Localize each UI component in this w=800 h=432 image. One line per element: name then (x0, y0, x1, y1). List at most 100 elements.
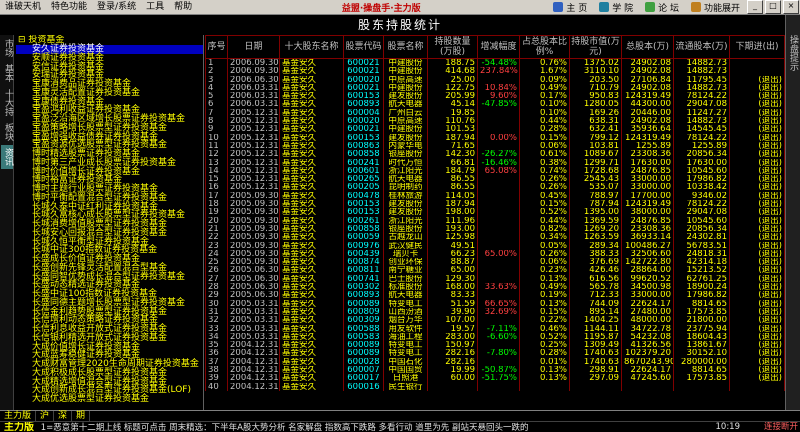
table-row[interactable]: 32 2005.03.31 基金安久 600309 烟台万华 107.00 0.22% 140… (205, 316, 785, 325)
left-tab-1[interactable]: 基本 (1, 61, 13, 85)
maximize-button[interactable]: □ (765, 0, 781, 14)
table-row[interactable]: 20 2005.09.30 基金安久 600261 浙江阳光 111.96 0.44% 136… (205, 216, 785, 225)
bottom-tab-3[interactable]: 期 (72, 411, 91, 421)
table-cell: 10545.60 (673, 216, 730, 225)
table-row[interactable]: 27 2005.06.30 基金安久 600741 巴士股份 129.30 0.13% 616… (205, 274, 785, 284)
table-cell: 600153 (343, 208, 384, 217)
table-cell: 银座股份 (383, 224, 428, 234)
column-header[interactable]: 增减幅度 (477, 35, 520, 59)
table-header-row: 序号 日期 十大股东名称 股票代码 股票名称 持股数量(万股) 增减幅度 占总股本比例% 持股市… (205, 35, 785, 59)
connection-status[interactable]: 连接断开 (764, 422, 798, 432)
table-row[interactable]: 15 2005.12.31 基金安久 600265 航天电器 86.55 0.26% 2545… (205, 175, 785, 184)
table-row[interactable]: 38 2004.12.31 基金安久 600007 中国国贸 19.99 -50.87% 0.… (205, 365, 785, 375)
column-header[interactable]: 占总股本比例% (519, 35, 570, 59)
table-cell: 0.38% (519, 158, 570, 167)
home-button[interactable]: 主 页 (547, 1, 593, 14)
table-cell (673, 382, 730, 391)
column-header[interactable]: 日期 (227, 35, 280, 59)
column-header[interactable]: 持股市值(万元) (569, 35, 622, 59)
table-row[interactable]: 21 2005.09.30 基金安久 600858 银座股份 193.00 0.82% 126… (205, 224, 785, 234)
table-row[interactable]: 5 2006.03.31 基金安久 600153 建发股份 205.99 9.60% 0.17… (205, 92, 785, 101)
table-row[interactable]: 2 2006.09.30 基金安久 600021 中建股份 414.68 237.84% 1.… (205, 67, 785, 76)
table-cell: 2005.12.31 (227, 150, 280, 159)
table-cell: 23 (205, 241, 228, 250)
left-tab-3[interactable]: 板块 (1, 120, 13, 144)
table-cell: 1404.25 (569, 316, 622, 325)
table-row[interactable]: 31 2005.03.31 基金安久 600809 山西汾酒 39.90 32.69% 0.1… (205, 307, 785, 317)
table-row[interactable]: 19 2005.09.30 基金安久 600153 建发股份 198.00 0.52% 139… (205, 208, 785, 217)
table-cell: 24902.08 (621, 58, 674, 68)
table-row[interactable]: 11 2005.12.31 基金安久 600863 内蒙华电 71.65 0.06% 103.… (205, 141, 785, 151)
close-button[interactable]: × (783, 0, 799, 14)
table-row[interactable]: 35 2004.12.31 基金安久 600089 特变电工 150.97 0.25% 130… (205, 341, 785, 350)
column-header[interactable]: 总股本(万) (621, 35, 674, 59)
table-row[interactable]: 13 2005.12.31 基金安久 600241 时代万恒 66.81 -16.46% 0.… (205, 158, 785, 167)
table-cell: 17 (205, 191, 228, 201)
column-header[interactable]: 序号 (205, 35, 228, 59)
table-row[interactable]: 10 2005.12.31 基金安久 600153 建发股份 187.94 0.00% 0.1… (205, 133, 785, 142)
table-cell: 2005.12.31 (227, 108, 280, 118)
table-row[interactable]: 8 2005.12.31 基金安久 600020 中原高速 110.76 0.44% 638.… (205, 117, 785, 126)
table-cell: 5 (205, 92, 228, 101)
menu-item-1[interactable]: 特色功能 (46, 0, 92, 15)
table-cell: 基金安久 (279, 183, 344, 192)
table-cell: 24876.85 (621, 166, 674, 176)
column-header[interactable]: 股票名称 (383, 35, 428, 59)
column-header[interactable]: 流通股本(万) (673, 35, 730, 59)
table-row[interactable]: 29 2005.06.30 基金安久 600893 航天电器 83.33 0.19% 712.… (205, 291, 785, 300)
menu-item-0[interactable]: 谁破天机 (0, 0, 46, 15)
table-row[interactable]: 23 2005.09.30 基金安久 600976 武汉健民 49.51 0.05% 289.… (205, 241, 785, 250)
menu-item-3[interactable]: 工具 (141, 0, 169, 15)
table-row[interactable]: 7 2005.12.31 基金安久 600004 广州白云 19.85 0.10% 169.2… (205, 108, 785, 118)
table-cell: 49.51 (427, 241, 478, 250)
left-tab-2[interactable]: 十大持 (1, 86, 13, 119)
column-header[interactable]: 持股数量(万股) (427, 35, 478, 59)
table-row[interactable]: 16 2005.12.31 基金安久 600205 昆明制药 86.55 0.26% 535.… (205, 183, 785, 192)
table-row[interactable]: 37 2004.12.31 基金安久 600028 中国石化 282.16 0.01% 174… (205, 357, 785, 366)
column-header[interactable]: 下期进(出) (729, 35, 785, 59)
table-row[interactable]: 33 2005.03.31 基金安久 600588 用友软件 19.57 -7.11% 0.4… (205, 324, 785, 333)
table-row[interactable]: 1 2006.09.30 基金安久 600021 中建股份 188.75 -54.48% 0.… (205, 58, 785, 68)
trading-tips-tab[interactable]: 操盘提示 (788, 35, 798, 71)
table-row[interactable]: 34 2005.03.31 基金安久 600583 海油工程 283.00 -6.60% 0.… (205, 332, 785, 342)
table-row[interactable]: 3 2006.06.30 基金安久 600020 中原高速 25.00 0.09% 203.5… (205, 75, 785, 84)
expand-button[interactable]: 功能展开 (685, 1, 746, 14)
news-ticker[interactable]: 1=恶意第十二期上线 标题可点击 周末精选：下半年A股大势分析 名家解盘 指数高… (41, 423, 529, 432)
bottom-tab-2[interactable]: 深 (54, 411, 73, 421)
table-cell: 32506.60 (621, 249, 674, 259)
table-row[interactable]: 30 2005.03.31 基金安久 600089 特变电工 51.59 66.65% 0.1… (205, 299, 785, 308)
table-cell: (退出) (729, 332, 785, 342)
menu-item-4[interactable]: 帮助 (169, 0, 197, 15)
table-row[interactable]: 17 2005.09.30 基金安久 600478 桂林旅游 114.05 0.45% 788… (205, 191, 785, 201)
forum-button[interactable]: 论 坛 (639, 1, 685, 14)
table-row[interactable]: 24 2005.09.30 基金安久 600439 瑞贝卡 66.23 65.00% 0.26… (205, 249, 785, 259)
fund-item[interactable]: 大成优选股票型证券投资基金 (16, 395, 203, 404)
table-row[interactable]: 9 2005.12.31 基金安久 600021 中建股份 101.53 0.28% 632.… (205, 125, 785, 134)
table-row[interactable]: 6 2006.03.31 基金安久 600893 航天电器 45.14 -47.85% 0.1… (205, 100, 785, 109)
table-row[interactable]: 40 2004.12.31 基金安久 600016 民生银行 (205, 382, 785, 391)
column-header[interactable]: 股票代码 (343, 35, 384, 59)
table-cell: 414.68 (427, 67, 478, 76)
table-cell: 中建股份 (383, 67, 428, 76)
academy-button[interactable]: 学 院 (593, 1, 639, 14)
bottom-tab-1[interactable]: 沪 (36, 411, 55, 421)
menu-item-2[interactable]: 登录/系统 (92, 0, 141, 15)
table-cell: 102379.20 (621, 349, 674, 358)
table-row[interactable]: 26 2005.06.30 基金安久 600811 南宁糖业 65.00 0.23% 426.… (205, 266, 785, 275)
table-row[interactable]: 18 2005.09.30 基金安久 600153 建发股份 187.94 0.15% 787… (205, 200, 785, 209)
table-row[interactable]: 28 2005.06.30 基金安久 600302 标准股份 168.00 33.63% 0.… (205, 283, 785, 292)
bottom-tab-0[interactable]: 主力版 (0, 411, 37, 421)
minimize-button[interactable]: _ (747, 0, 763, 14)
left-tab-0[interactable]: 市场 (1, 36, 13, 60)
table-row[interactable]: 22 2005.09.30 基金安久 600059 古越龙山 125.98 0.34% 126… (205, 233, 785, 242)
column-header[interactable]: 十大股东名称 (279, 35, 344, 59)
table-row[interactable]: 12 2005.12.31 基金安久 600858 银座股份 142.30 -26.27% 0… (205, 150, 785, 159)
table-row[interactable]: 36 2004.12.31 基金安久 600089 特变电工 282.16 -7.80% 0.… (205, 349, 785, 358)
table-cell: 65.08% (477, 166, 520, 176)
table-cell: 航天电器 (383, 100, 428, 109)
table-row[interactable]: 25 2005.09.30 基金安久 600874 创业环保 88.87 0.06% 376.… (205, 258, 785, 267)
table-row[interactable]: 39 2004.12.31 基金安久 600017 日照港 60.00 -51.75% 0.1… (205, 374, 785, 383)
left-tab-4[interactable]: 资讯 (1, 145, 13, 169)
table-row[interactable]: 14 2005.12.31 基金安久 600601 浙江阳光 184.79 65.08% 0.… (205, 166, 785, 176)
table-row[interactable]: 4 2006.03.31 基金安久 600021 中建股份 122.75 10.84% 0.4… (205, 83, 785, 93)
